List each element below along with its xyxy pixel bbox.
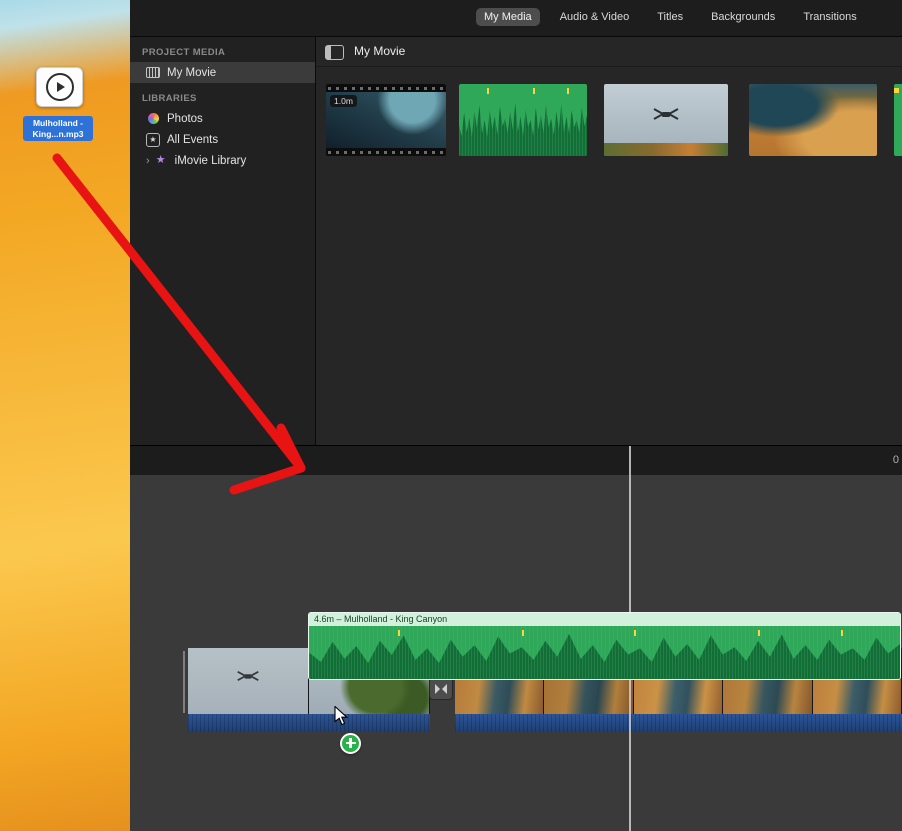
file-label-line1: Mulholland - bbox=[32, 118, 84, 128]
sidebar-item-my-movie[interactable]: My Movie bbox=[130, 62, 315, 83]
peak-marker bbox=[840, 630, 843, 636]
sidebar-item-label: iMovie Library bbox=[174, 154, 247, 167]
cursor-arrow-icon bbox=[334, 706, 349, 726]
peak-marker bbox=[397, 630, 400, 636]
duration-badge: 1.0m bbox=[330, 95, 357, 107]
tab-titles[interactable]: Titles bbox=[649, 8, 691, 26]
photos-app-icon bbox=[146, 113, 160, 124]
media-browser: My Movie 1.0m bbox=[316, 37, 902, 445]
browser-title: My Movie bbox=[354, 44, 406, 58]
sidebar-item-imovie-library[interactable]: › ★ iMovie Library bbox=[130, 150, 315, 171]
peak-marker bbox=[758, 630, 761, 636]
peak-marker bbox=[487, 88, 490, 94]
peak-marker bbox=[521, 630, 524, 636]
timeline-start-marker bbox=[183, 651, 185, 713]
chevron-right-icon[interactable]: › bbox=[146, 155, 150, 167]
media-thumbnail-audio-partial[interactable] bbox=[894, 84, 902, 156]
peak-marker bbox=[533, 88, 536, 94]
tab-transitions[interactable]: Transitions bbox=[795, 8, 864, 26]
star-square-icon: ★ bbox=[146, 132, 160, 147]
timeline-ruler[interactable]: 0 bbox=[130, 445, 902, 476]
add-badge-icon bbox=[340, 733, 361, 754]
peak-marker bbox=[894, 88, 899, 93]
film-frame-drone bbox=[188, 648, 309, 714]
screen: Mulholland - King...n.mp3 My Media Audio… bbox=[0, 0, 902, 831]
libraries-header: LIBRARIES bbox=[142, 93, 197, 104]
filmstrip-sprockets bbox=[326, 84, 446, 92]
filmstrip-sprockets bbox=[326, 148, 446, 156]
imovie-star-icon: ★ bbox=[155, 154, 166, 166]
audio-clip-title: 4.6m – Mulholland - King Canyon bbox=[309, 613, 900, 626]
sidebar-item-label: My Movie bbox=[167, 66, 217, 79]
ruler-zero-label: 0 bbox=[892, 454, 899, 466]
peak-marker bbox=[566, 88, 569, 94]
tab-audio-video[interactable]: Audio & Video bbox=[552, 8, 638, 26]
sidebar-item-photos[interactable]: Photos bbox=[130, 108, 315, 129]
sidebar-item-all-events[interactable]: ★ All Events bbox=[130, 129, 315, 150]
sidebar-toggle-icon[interactable] bbox=[325, 45, 344, 60]
sidebar: PROJECT MEDIA My Movie LIBRARIES Photos … bbox=[130, 37, 316, 445]
ground-strip bbox=[604, 143, 728, 156]
media-thumbnail-video[interactable]: 1.0m bbox=[326, 84, 446, 156]
dragged-audio-clip[interactable]: 4.6m – Mulholland - King Canyon bbox=[308, 612, 901, 680]
bowtie-icon bbox=[435, 683, 447, 694]
drone-silhouette bbox=[237, 670, 259, 681]
tab-backgrounds[interactable]: Backgrounds bbox=[703, 8, 783, 26]
audio-waveform bbox=[459, 103, 587, 156]
media-thumbnail-audio[interactable] bbox=[459, 84, 587, 156]
drone-silhouette bbox=[653, 108, 679, 121]
media-thumbnail-drone-photo[interactable] bbox=[604, 84, 728, 156]
transition-icon[interactable] bbox=[429, 677, 453, 700]
filmstrip-icon bbox=[146, 67, 160, 78]
desktop-file-label[interactable]: Mulholland - King...n.mp3 bbox=[23, 116, 93, 141]
tab-my-media[interactable]: My Media bbox=[476, 8, 540, 26]
file-label-line2: King...n.mp3 bbox=[32, 128, 84, 139]
tabs: My Media Audio & Video Titles Background… bbox=[476, 8, 865, 26]
imovie-window: My Media Audio & Video Titles Background… bbox=[130, 0, 902, 831]
media-tab-bar: My Media Audio & Video Titles Background… bbox=[130, 0, 902, 37]
audio-track-bar bbox=[188, 714, 430, 732]
audio-clip-body bbox=[309, 626, 900, 679]
project-media-header: PROJECT MEDIA bbox=[142, 47, 226, 58]
audio-track-bar bbox=[455, 714, 902, 732]
sidebar-item-label: All Events bbox=[167, 133, 219, 146]
sidebar-item-label: Photos bbox=[167, 112, 203, 125]
media-thumbnail-aerial-photo[interactable] bbox=[749, 84, 877, 156]
play-icon bbox=[45, 73, 74, 101]
desktop-audio-file-icon[interactable] bbox=[36, 67, 83, 107]
peak-marker bbox=[634, 630, 637, 636]
browser-header: My Movie bbox=[316, 37, 902, 67]
